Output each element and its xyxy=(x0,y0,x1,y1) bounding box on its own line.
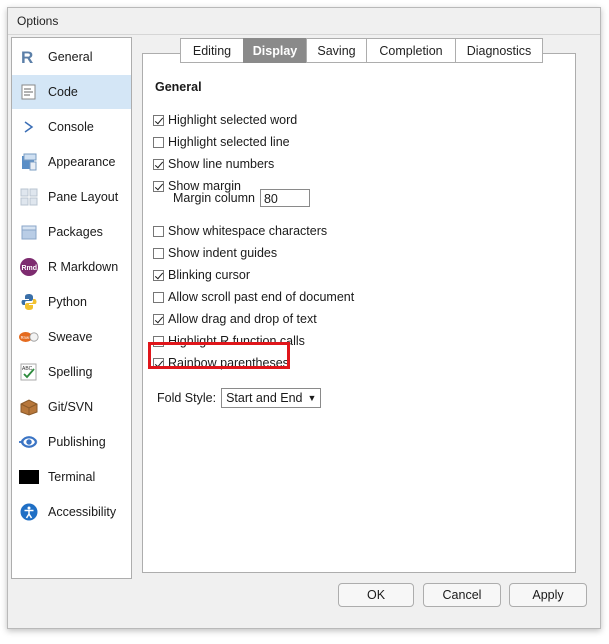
sidebar-item-label: Packages xyxy=(48,225,103,239)
sidebar-item-spelling[interactable]: ABC Spelling xyxy=(12,355,131,389)
sidebar-item-terminal[interactable]: Terminal xyxy=(12,460,131,494)
sidebar-item-packages[interactable]: Packages xyxy=(12,215,131,249)
checkbox[interactable] xyxy=(153,291,164,303)
sidebar-item-appearance[interactable]: Appearance xyxy=(12,145,131,179)
spelling-icon: ABC xyxy=(19,362,39,382)
sidebar-item-label: Python xyxy=(48,295,87,309)
sidebar-item-label: Terminal xyxy=(48,470,96,484)
svg-text:Rnw: Rnw xyxy=(21,335,30,340)
sidebar-item-label: Pane Layout xyxy=(48,190,119,204)
option-label: Show indent guides xyxy=(168,246,278,260)
code-icon xyxy=(19,82,39,102)
tab-completion[interactable]: Completion xyxy=(366,38,455,63)
title-bar: Options xyxy=(8,8,600,35)
dropdown-arrow-icon: ▼ xyxy=(307,393,317,403)
svg-text:Rmd: Rmd xyxy=(22,265,38,272)
publishing-icon xyxy=(19,432,39,452)
margin-column-row: Margin column 80 xyxy=(173,189,310,207)
highlight-annotation xyxy=(148,342,290,369)
option-allow-scroll-past-end[interactable]: Allow scroll past end of document xyxy=(153,288,354,306)
tab-display[interactable]: Display xyxy=(243,38,306,63)
checkbox[interactable] xyxy=(153,114,164,126)
margin-column-input[interactable]: 80 xyxy=(259,189,310,207)
git-svn-icon xyxy=(19,397,39,417)
option-label: Highlight selected line xyxy=(168,135,290,149)
packages-icon xyxy=(19,222,39,242)
option-label: Highlight selected word xyxy=(168,113,298,127)
window-title: Options xyxy=(17,14,59,28)
checkbox[interactable] xyxy=(153,180,164,192)
pane-layout-icon xyxy=(19,187,39,207)
tab-diagnostics[interactable]: Diagnostics xyxy=(455,38,543,63)
sidebar-item-python[interactable]: Python xyxy=(12,285,131,319)
sidebar-item-label: R Markdown xyxy=(48,260,119,274)
accessibility-icon xyxy=(19,502,39,522)
sidebar-item-pane-layout[interactable]: Pane Layout xyxy=(12,180,131,214)
tab-saving[interactable]: Saving xyxy=(306,38,366,63)
cancel-button[interactable]: Cancel xyxy=(423,583,501,607)
sidebar-item-general[interactable]: R General xyxy=(12,40,131,74)
option-highlight-selected-line[interactable]: Highlight selected line xyxy=(153,133,290,151)
sidebar-item-label: Spelling xyxy=(48,365,93,379)
section-title: General xyxy=(155,80,202,94)
option-show-line-numbers[interactable]: Show line numbers xyxy=(153,155,274,173)
option-label: Allow scroll past end of document xyxy=(168,290,355,304)
option-label: Allow drag and drop of text xyxy=(168,312,317,326)
checkbox[interactable] xyxy=(153,313,164,325)
r-logo-icon: R xyxy=(19,47,39,67)
fold-style-label: Fold Style: xyxy=(157,391,217,405)
sidebar-item-r-markdown[interactable]: Rmd R Markdown xyxy=(12,250,131,284)
fold-style-value: Start and End xyxy=(226,391,303,405)
checkbox[interactable] xyxy=(153,269,164,281)
python-icon xyxy=(19,292,39,312)
sidebar-item-label: General xyxy=(48,50,93,64)
sidebar-item-label: Console xyxy=(48,120,94,134)
sidebar-item-label: Publishing xyxy=(48,435,106,449)
tab-bar: Editing Display Saving Completion Diagno… xyxy=(180,38,543,63)
sidebar-item-code[interactable]: Code xyxy=(12,75,131,109)
terminal-icon xyxy=(19,467,39,487)
sidebar-item-label: Git/SVN xyxy=(48,400,94,414)
sidebar-item-git-svn[interactable]: Git/SVN xyxy=(12,390,131,424)
option-show-whitespace-characters[interactable]: Show whitespace characters xyxy=(153,222,327,240)
sweave-icon: Rnw xyxy=(19,327,39,347)
option-allow-drag-and-drop[interactable]: Allow drag and drop of text xyxy=(153,310,317,328)
fold-style-select[interactable]: Start and End ▼ xyxy=(221,388,322,408)
checkbox[interactable] xyxy=(153,225,164,237)
checkbox[interactable] xyxy=(153,247,164,259)
margin-column-label: Margin column xyxy=(173,191,255,205)
sidebar-item-label: Code xyxy=(48,85,78,99)
svg-text:R: R xyxy=(21,48,33,66)
ok-button[interactable]: OK xyxy=(338,583,414,607)
option-label: Show whitespace characters xyxy=(168,224,328,238)
option-show-indent-guides[interactable]: Show indent guides xyxy=(153,244,277,262)
sidebar: R General Code Console Appearance Pane L… xyxy=(11,37,132,579)
option-label: Show line numbers xyxy=(168,157,275,171)
sidebar-item-sweave[interactable]: Rnw Sweave xyxy=(12,320,131,354)
tab-editing[interactable]: Editing xyxy=(180,38,243,63)
sidebar-item-label: Accessibility xyxy=(48,505,117,519)
sidebar-item-label: Sweave xyxy=(48,330,93,344)
sidebar-item-accessibility[interactable]: Accessibility xyxy=(12,495,131,529)
console-icon xyxy=(19,117,39,137)
option-label: Blinking cursor xyxy=(168,268,250,282)
checkbox[interactable] xyxy=(153,136,164,148)
option-blinking-cursor[interactable]: Blinking cursor xyxy=(153,266,250,284)
rmd-icon: Rmd xyxy=(19,257,39,277)
apply-button[interactable]: Apply xyxy=(509,583,587,607)
fold-style-row: Fold Style: Start and End ▼ xyxy=(157,388,322,408)
checkbox[interactable] xyxy=(153,158,164,170)
sidebar-item-publishing[interactable]: Publishing xyxy=(12,425,131,459)
sidebar-item-label: Appearance xyxy=(48,155,116,169)
sidebar-item-console[interactable]: Console xyxy=(12,110,131,144)
appearance-icon xyxy=(19,152,39,172)
option-highlight-selected-word[interactable]: Highlight selected word xyxy=(153,111,297,129)
